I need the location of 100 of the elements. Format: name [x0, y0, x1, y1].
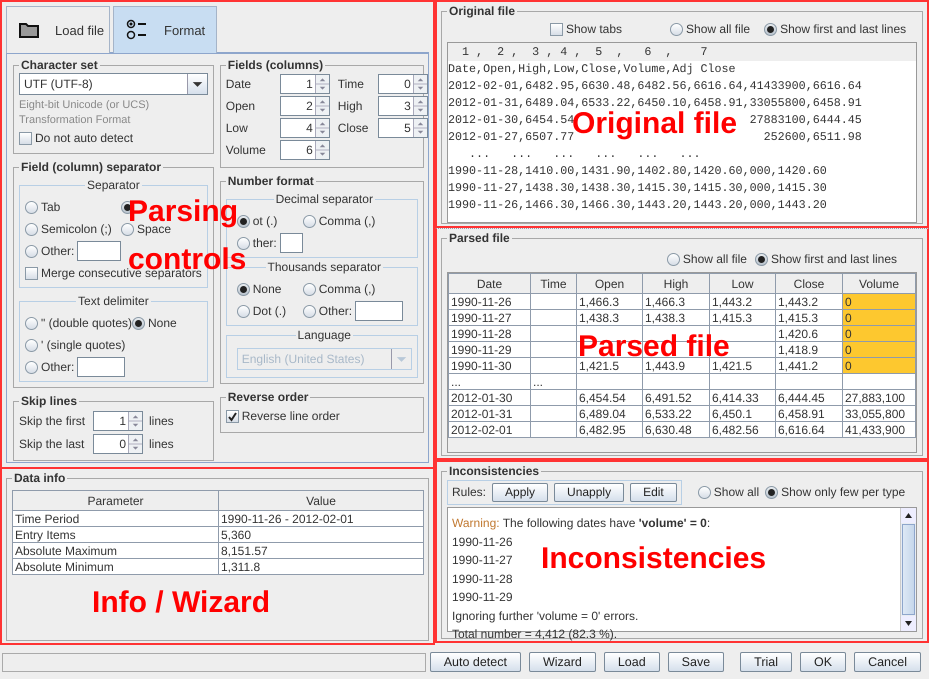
column-header[interactable]: High	[642, 274, 710, 294]
spin-arrows-icon[interactable]	[412, 119, 427, 137]
radio-button[interactable]: Other:	[25, 241, 74, 261]
spinner-field[interactable]: 0	[378, 74, 428, 94]
scrollbar[interactable]	[900, 508, 916, 631]
radio-button[interactable]: None	[236, 279, 282, 299]
radio-button[interactable]: ther:	[236, 233, 277, 253]
message-line: 1990-11-26	[452, 534, 512, 550]
file-line: ... ... ... ... ... ...	[468, 147, 700, 161]
rule-button[interactable]: Unapply	[554, 482, 624, 502]
column-header[interactable]: Low	[710, 274, 776, 294]
radio-button[interactable]: None	[132, 313, 177, 333]
radio-indicator-icon[interactable]	[236, 304, 250, 318]
radio-button[interactable]: Show only few per type	[765, 482, 906, 502]
radio-button[interactable]: Other:	[302, 301, 352, 321]
radio-indicator-icon[interactable]	[666, 252, 680, 266]
table-cell: 41,433,900	[845, 422, 906, 436]
column-header[interactable]: Date	[448, 274, 530, 294]
table-cell: 6,491.52	[645, 390, 692, 404]
radio-indicator-icon[interactable]	[302, 282, 316, 296]
spinner-field[interactable]: 6	[280, 140, 330, 160]
radio-indicator-icon[interactable]	[754, 252, 768, 266]
rule-button[interactable]: Apply	[492, 482, 548, 502]
radio-button[interactable]: Dot (.)	[236, 301, 286, 321]
spinner-field[interactable]: 3	[378, 96, 428, 116]
radio-indicator-icon[interactable]	[236, 214, 250, 228]
radio-indicator-icon[interactable]	[25, 244, 38, 258]
spinner-field[interactable]: 2	[280, 96, 330, 116]
column-header[interactable]: Parameter	[12, 490, 218, 510]
dialog-button[interactable]: OK	[800, 652, 846, 672]
spinner-field[interactable]: 1	[93, 410, 143, 430]
column-header[interactable]: Value	[218, 490, 424, 510]
column-header[interactable]: Volume	[842, 274, 916, 294]
spinner-field[interactable]: 0	[93, 434, 143, 454]
radio-indicator-icon[interactable]	[236, 282, 250, 296]
radio-button[interactable]: Tab	[25, 197, 60, 217]
table-cell: 1,443.2	[778, 294, 818, 308]
spinner-field[interactable]: 1	[280, 74, 330, 94]
spin-arrows-icon[interactable]	[314, 97, 329, 115]
radio-indicator-icon[interactable]	[132, 316, 145, 330]
dialog-button[interactable]: Load	[604, 652, 660, 672]
spin-arrows-icon[interactable]	[314, 141, 329, 159]
spinner-field[interactable]: 5	[378, 118, 428, 138]
column-header[interactable]: Open	[576, 274, 642, 294]
radio-indicator-icon[interactable]	[698, 486, 711, 498]
spinner-field[interactable]: 4	[280, 118, 330, 138]
spin-arrows-icon[interactable]	[412, 97, 427, 115]
spin-arrows-icon[interactable]	[128, 412, 142, 430]
spin-arrows-icon[interactable]	[128, 434, 142, 452]
radio-button[interactable]: ot (.)	[236, 211, 278, 231]
radio-button[interactable]: Show all file	[670, 19, 750, 39]
radio-indicator-icon[interactable]	[764, 22, 778, 36]
group-title: Character set	[20, 58, 99, 72]
radio-indicator-icon[interactable]	[670, 22, 684, 36]
radio-indicator-icon[interactable]	[25, 360, 38, 374]
input-field[interactable]	[280, 233, 303, 253]
message-line: Total number = 4,412 (82.3 %).	[452, 626, 618, 643]
dialog-button[interactable]: Save	[668, 652, 724, 672]
input-field[interactable]	[77, 241, 121, 261]
scroll-up-icon[interactable]	[901, 508, 916, 523]
rule-button[interactable]: Edit	[630, 482, 677, 502]
checkbox[interactable]: Reverse line order	[226, 406, 340, 426]
column-header[interactable]: Time	[530, 274, 576, 294]
radio-indicator-icon[interactable]	[25, 338, 38, 352]
radio-button[interactable]: Other:	[25, 357, 74, 377]
radio-indicator-icon[interactable]	[25, 222, 38, 236]
checkbox[interactable]: Show tabs	[550, 19, 622, 39]
radio-button[interactable]: Show first and last lines	[754, 249, 897, 269]
column-header[interactable]: Close	[776, 274, 842, 294]
radio-indicator-icon[interactable]	[765, 486, 778, 498]
radio-indicator-icon[interactable]	[25, 200, 38, 214]
radio-button[interactable]: Show all	[698, 482, 760, 502]
spin-arrows-icon[interactable]	[314, 75, 329, 93]
radio-button[interactable]: Show first and last lines	[764, 19, 906, 39]
description-text: Eight-bit Unicode (or UCS) Transformation Format	[19, 98, 150, 128]
input-field[interactable]	[355, 301, 404, 321]
radio-button[interactable]: Semicolon (;)	[25, 219, 112, 239]
dialog-button[interactable]: Auto detect	[430, 652, 521, 672]
tab[interactable]: Load file	[6, 6, 110, 53]
spin-arrows-icon[interactable]	[314, 119, 329, 137]
dropdown[interactable]: UTF (UTF-8)	[19, 73, 208, 95]
dialog-button[interactable]: Cancel	[854, 652, 921, 672]
input-field[interactable]	[77, 357, 126, 377]
spin-arrows-icon[interactable]	[412, 75, 427, 93]
tab[interactable]: Format	[113, 6, 217, 53]
radio-button[interactable]: ' (single quotes)	[25, 335, 126, 355]
radio-indicator-icon[interactable]	[302, 214, 316, 228]
radio-indicator-icon[interactable]	[302, 304, 316, 318]
table-cell: 1,441.2	[778, 358, 818, 372]
dialog-button[interactable]: Trial	[740, 652, 792, 672]
scroll-down-icon[interactable]	[901, 616, 916, 631]
radio-button[interactable]: Comma (,)	[302, 211, 376, 231]
radio-indicator-icon[interactable]	[25, 316, 38, 330]
radio-button[interactable]: " (double quotes)	[25, 313, 132, 333]
dialog-button[interactable]: Wizard	[528, 652, 596, 672]
checkbox[interactable]: Do not auto detect	[19, 128, 134, 148]
radio-button[interactable]: Comma (,)	[302, 279, 376, 299]
file-line: 27883100,6444.45	[750, 113, 862, 127]
table-cell: 27,883,100	[845, 390, 906, 404]
radio-button[interactable]: Show all file	[666, 249, 747, 269]
